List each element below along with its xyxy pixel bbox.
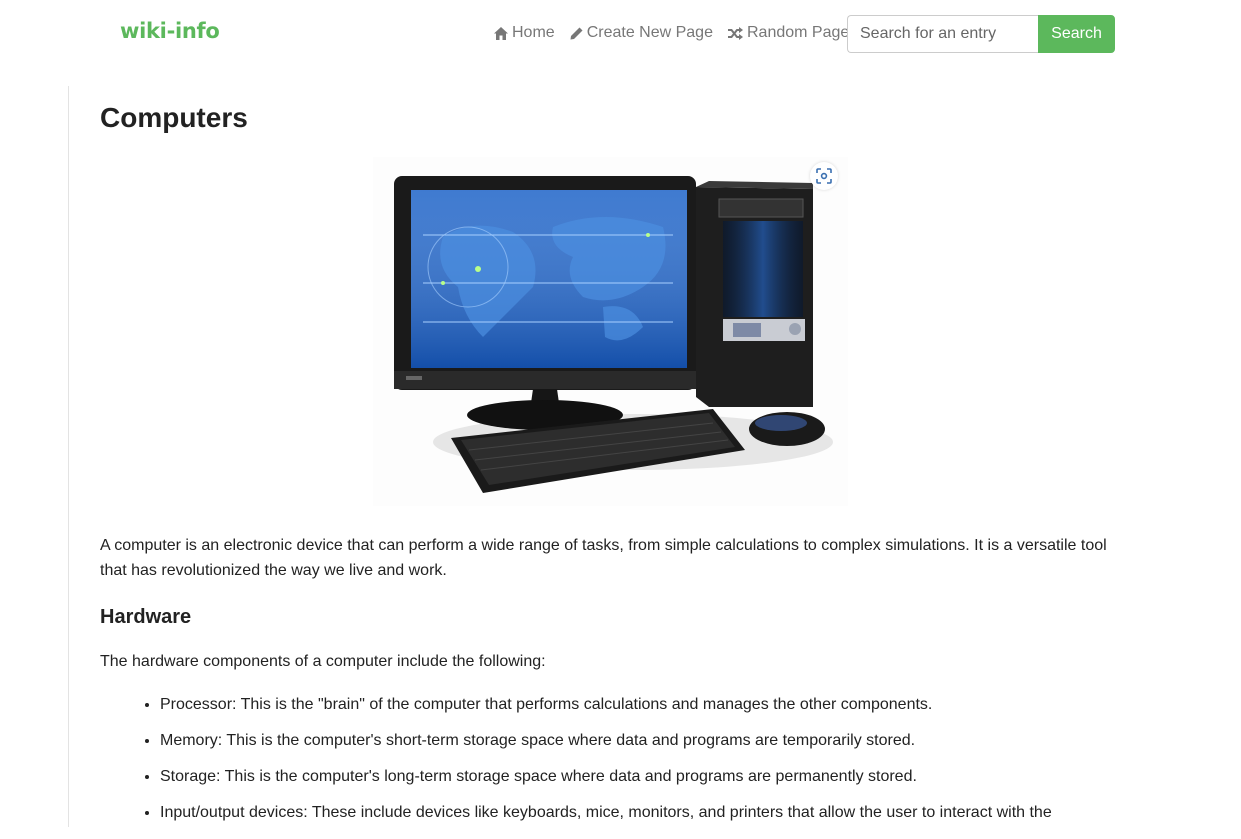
article: Computers A computer is an electronic de…	[100, 86, 1115, 839]
page-title: Computers	[100, 102, 248, 133]
section-intro-hardware: The hardware components of a computer in…	[100, 653, 546, 670]
nav-home-link[interactable]: Home	[494, 24, 555, 42]
home-icon	[494, 26, 508, 40]
hardware-list: Processor: This is the "brain" of the co…	[100, 695, 1115, 823]
zoom-scan-icon[interactable]	[810, 162, 838, 190]
search-input[interactable]	[847, 15, 1038, 53]
nav-links: Home Create New Page Random Page	[494, 24, 864, 42]
list-item: Input/output devices: These include devi…	[160, 803, 1115, 823]
search-button[interactable]: Search	[1038, 15, 1115, 53]
search-form: Search	[847, 15, 1115, 53]
section-heading-hardware: Hardware	[100, 606, 192, 628]
navbar: wiki-info Home Create New Page Random Pa…	[0, 0, 1241, 68]
brand-logo[interactable]: wiki-info	[120, 19, 220, 43]
zoom-scan-glyph	[816, 168, 832, 184]
list-item: Processor: This is the "brain" of the co…	[160, 695, 1115, 715]
shuffle-icon	[727, 26, 743, 40]
nav-create-page-link[interactable]: Create New Page	[570, 24, 713, 42]
article-intro: A computer is an electronic device that …	[100, 537, 1107, 579]
nav-create-page-label: Create New Page	[586, 24, 713, 41]
nav-random-page-link[interactable]: Random Page	[727, 24, 850, 42]
nav-home-label: Home	[512, 24, 555, 41]
content-divider	[68, 86, 69, 827]
list-item: Storage: This is the computer's long-ter…	[160, 767, 1115, 787]
pencil-icon	[570, 27, 583, 39]
nav-random-page-label: Random Page	[746, 24, 850, 41]
article-image	[373, 157, 848, 506]
list-item: Memory: This is the computer's short-ter…	[160, 731, 1115, 751]
desktop-computer-illustration	[373, 157, 848, 506]
